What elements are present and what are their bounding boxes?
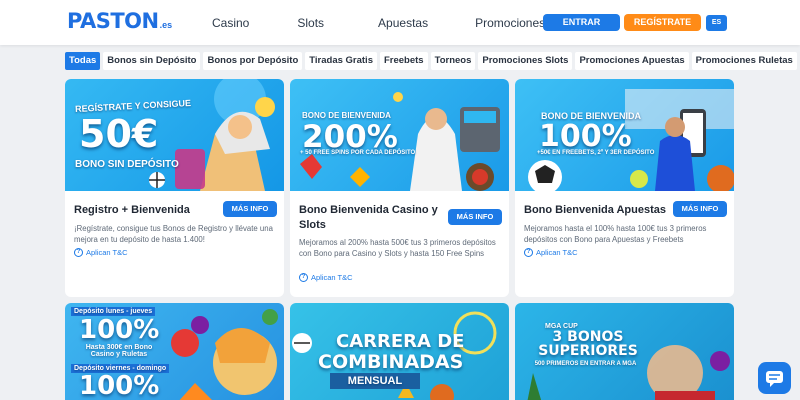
nav-casino[interactable]: Casino [212, 16, 249, 30]
promo-card: Depósito lunes - jueves 100% Hasta 300€ … [65, 303, 284, 400]
promo-filters: Todas Bonos sin Depósito Bonos por Depós… [65, 52, 800, 70]
promo-card: CARRERA DE COMBINADAS MENSUAL [290, 303, 509, 400]
promo-card: BONO DE BIENVENIDA 200% + 50 FREE SPINS … [290, 79, 509, 297]
promo-banner[interactable]: REGÍSTRATE Y CONSIGUE 50€ BONO SIN DEPÓS… [65, 79, 284, 191]
question-icon: ? [299, 273, 308, 282]
logo-text: PASTON [67, 9, 159, 33]
login-button[interactable]: ENTRAR [543, 14, 620, 31]
nav-apuestas[interactable]: Apuestas [378, 16, 428, 30]
banner-line2: Hasta 300€ en Bono Casino y Ruletas [85, 344, 153, 358]
banner-title: 3 BONOS SUPERIORES [538, 329, 638, 359]
filter-torneos[interactable]: Torneos [430, 52, 476, 70]
main-nav: Casino Slots Apuestas Promociones [212, 16, 593, 30]
filter-freebets[interactable]: Freebets [379, 52, 428, 70]
nav-slots[interactable]: Slots [297, 16, 324, 30]
card-title: Bono Bienvenida Apuestas [524, 204, 667, 216]
card-description: ¡Regístrate, consigue tus Bonos de Regis… [74, 224, 273, 244]
more-info-button[interactable]: MÁS INFO [448, 209, 502, 225]
banner-line2: MENSUAL [330, 373, 420, 389]
nav-promociones[interactable]: Promociones [475, 16, 545, 30]
terms-link[interactable]: ? Aplican T&C [74, 248, 128, 257]
promo-banner[interactable]: BONO DE BIENVENIDA 100% +50€ EN FREEBETS… [515, 79, 734, 191]
register-button[interactable]: REGÍSTRATE [624, 14, 701, 31]
filter-bonos-por-deposito[interactable]: Bonos por Depósito [203, 52, 303, 70]
promo-card: REGÍSTRATE Y CONSIGUE 50€ BONO SIN DEPÓS… [65, 79, 284, 297]
promo-banner[interactable]: MGA CUP 3 BONOS SUPERIORES 500 PRIMEROS … [515, 303, 734, 400]
card-title: Registro + Bienvenida [74, 204, 190, 216]
terms-link[interactable]: ? Aplican T&C [299, 273, 353, 282]
banner-line1: CARRERA DE [336, 331, 465, 352]
card-title: Bono Bienvenida Casino y Slots [299, 204, 438, 231]
site-header: PASTON .es Casino Slots Apuestas Promoci… [0, 0, 800, 45]
filter-bonos-sin-deposito[interactable]: Bonos sin Depósito [103, 52, 201, 70]
promo-banner[interactable]: CARRERA DE COMBINADAS MENSUAL [290, 303, 509, 400]
filter-promociones-slots[interactable]: Promociones Slots [478, 52, 573, 70]
card-description: Mejoramos al 200% hasta 500€ tus 3 prime… [299, 238, 496, 258]
language-button[interactable]: ES [706, 15, 727, 31]
banner-line2: 500 PRIMEROS EN ENTRAR A MGA [534, 361, 637, 367]
promo-banner[interactable]: BONO DE BIENVENIDA 200% + 50 FREE SPINS … [290, 79, 509, 191]
banner-line2: + 50 FREE SPINS POR CADA DEPÓSITO [300, 150, 416, 156]
banner-line2: +50€ EN FREEBETS, 2º Y 3er DEPÓSITO [537, 150, 655, 156]
banner-amount-2: 100% [79, 371, 160, 400]
card-description: Mejoramos hasta el 100% hasta 100€ tus 3… [524, 224, 707, 244]
banner-title: COMBINADAS [318, 351, 464, 373]
filter-tiradas-gratis[interactable]: Tiradas Gratis [305, 52, 377, 70]
filter-todas[interactable]: Todas [65, 52, 101, 70]
question-icon: ? [524, 248, 533, 257]
more-info-button[interactable]: MÁS INFO [223, 201, 277, 217]
promo-card: MGA CUP 3 BONOS SUPERIORES 500 PRIMEROS … [515, 303, 734, 400]
terms-link[interactable]: ? Aplican T&C [524, 248, 578, 257]
chat-icon [766, 371, 783, 387]
question-icon: ? [74, 248, 83, 257]
chat-button[interactable] [758, 362, 791, 394]
logo-suffix: .es [159, 20, 173, 30]
filter-promociones-apuestas[interactable]: Promociones Apuestas [575, 52, 689, 70]
promo-card: BONO DE BIENVENIDA 100% +50€ EN FREEBETS… [515, 79, 734, 297]
promo-banner[interactable]: Depósito lunes - jueves 100% Hasta 300€ … [65, 303, 284, 400]
terms-label: Aplican T&C [86, 248, 128, 257]
filter-promociones-ruletas[interactable]: Promociones Ruletas [691, 52, 797, 70]
site-logo[interactable]: PASTON .es [67, 9, 172, 35]
banner-line2: BONO SIN DEPÓSITO [75, 159, 179, 170]
banner-amount: 50€ [79, 112, 159, 156]
more-info-button[interactable]: MÁS INFO [673, 201, 727, 217]
terms-label: Aplican T&C [311, 273, 353, 282]
terms-label: Aplican T&C [536, 248, 578, 257]
banner-amount: 100% [539, 119, 632, 154]
banner-amount: 100% [79, 315, 160, 345]
